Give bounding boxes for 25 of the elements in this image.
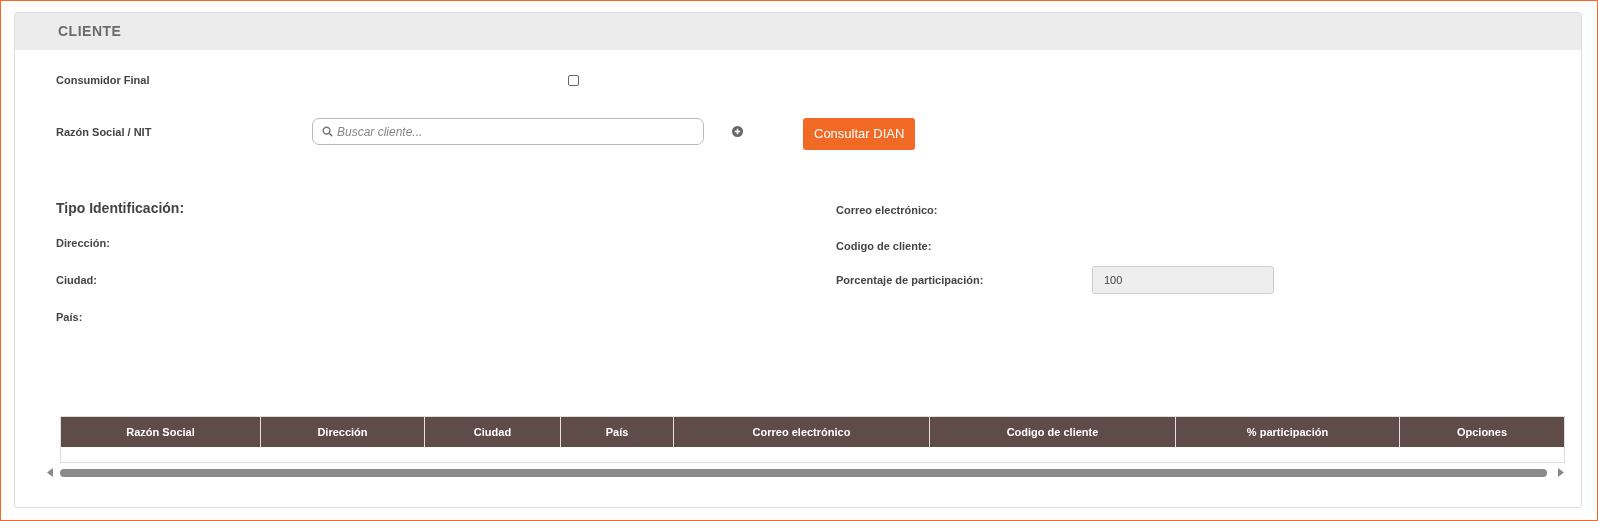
field-label: Consumidor Final (56, 72, 151, 88)
field-label: Tipo Identificación: (56, 199, 185, 218)
field-label: Porcentaje de participación: (836, 273, 985, 289)
field-label: Correo electrónico: (836, 203, 938, 218)
column-header: País (561, 417, 674, 447)
field-label: Ciudad: (56, 273, 97, 288)
column-header: Razón Social (61, 417, 261, 447)
scrollbar-thumb[interactable] (59, 468, 1548, 477)
field-label: País: (56, 310, 83, 325)
scroll-left-arrow-icon[interactable] (46, 468, 54, 477)
column-header: Correo electrónico (674, 417, 930, 447)
field-label: Codigo de cliente: (836, 239, 932, 254)
section-title: CLIENTE (58, 22, 122, 41)
search-field[interactable]: Buscar cliente... (312, 118, 704, 145)
add-icon[interactable] (732, 126, 743, 137)
column-header: Codigo de cliente (930, 417, 1176, 447)
scroll-right-arrow-icon[interactable] (1557, 468, 1565, 477)
field-label: Razón Social / NIT (56, 125, 153, 140)
column-header: Opciones (1455, 424, 1509, 440)
field-label: Dirección: (56, 236, 110, 251)
search-icon (322, 126, 333, 137)
column-header: % participación (1176, 417, 1400, 447)
checkbox[interactable] (568, 74, 579, 86)
column-header: Ciudad (425, 417, 561, 447)
column-header: Dirección (261, 417, 425, 447)
